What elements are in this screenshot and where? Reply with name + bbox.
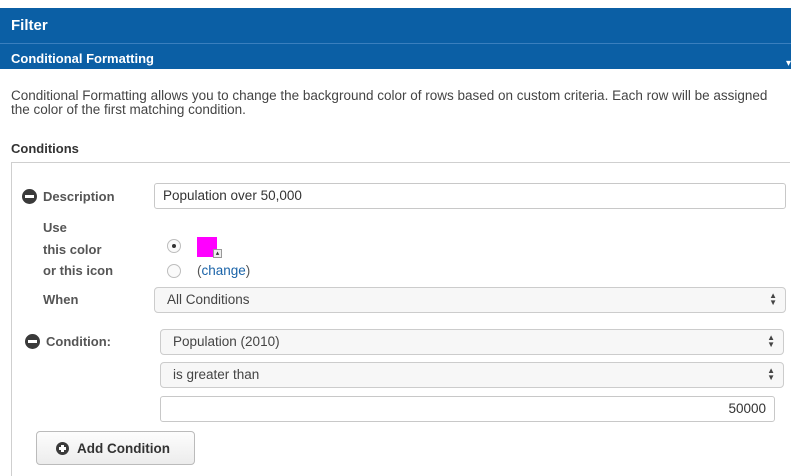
description-input[interactable]: Population over 50,000 bbox=[154, 183, 786, 209]
filter-title: Filter bbox=[11, 17, 48, 34]
condition-operator-value: is greater than bbox=[173, 367, 260, 382]
select-arrows-icon: ▲ ▼ bbox=[767, 333, 775, 349]
plus-circle-icon bbox=[56, 442, 69, 455]
filter-header: Filter Conditional Formatting ▾ bbox=[0, 8, 791, 69]
when-select[interactable]: All Conditions ▲ ▼ bbox=[154, 287, 786, 313]
condition-label: Condition: bbox=[46, 334, 111, 349]
intro-text: Conditional Formatting allows you to cha… bbox=[11, 88, 768, 117]
condition-value-input[interactable]: 50000 bbox=[160, 396, 775, 422]
change-link-close: ) bbox=[245, 263, 251, 278]
remove-rule-icon[interactable] bbox=[22, 189, 37, 204]
remove-condition-icon[interactable] bbox=[25, 334, 40, 349]
add-condition-button[interactable]: Add Condition bbox=[36, 431, 195, 465]
use-icon-radio[interactable] bbox=[167, 264, 181, 278]
add-condition-label: Add Condition bbox=[77, 441, 170, 456]
condition-operator-select[interactable]: is greater than ▲ ▼ bbox=[160, 362, 784, 388]
use-color-radio[interactable] bbox=[167, 239, 181, 253]
this-icon-label: or this icon bbox=[43, 263, 114, 278]
change-link[interactable]: change bbox=[202, 263, 246, 278]
description-label: Description bbox=[43, 189, 115, 204]
top-strip bbox=[0, 0, 791, 8]
change-icon-link[interactable]: (change) bbox=[197, 263, 250, 278]
conditional-formatting-title[interactable]: Conditional Formatting bbox=[11, 51, 154, 66]
conditions-panel bbox=[11, 162, 790, 476]
swatch-dropdown-icon[interactable]: ▴ bbox=[213, 249, 222, 258]
select-arrows-icon: ▲ ▼ bbox=[769, 291, 777, 307]
condition-field-value: Population (2010) bbox=[173, 334, 280, 349]
conditions-heading: Conditions bbox=[11, 141, 79, 156]
header-divider bbox=[0, 43, 791, 44]
caret-down-icon[interactable]: ▾ bbox=[786, 58, 791, 69]
condition-field-select[interactable]: Population (2010) ▲ ▼ bbox=[160, 329, 784, 355]
use-label: Use bbox=[43, 220, 67, 235]
this-color-label: this color bbox=[43, 242, 102, 257]
when-select-value: All Conditions bbox=[167, 292, 250, 307]
select-arrows-icon: ▲ ▼ bbox=[767, 366, 775, 382]
when-label: When bbox=[43, 292, 79, 307]
